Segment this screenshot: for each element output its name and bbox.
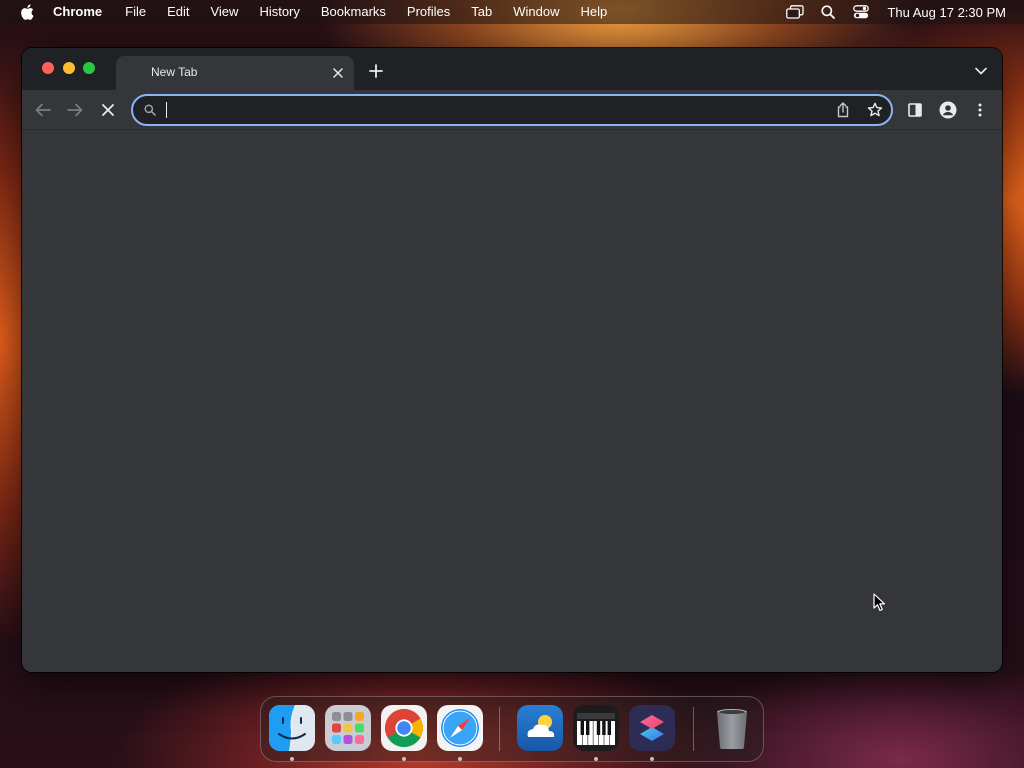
dock-separator (499, 707, 500, 751)
chrome-running-indicator (402, 757, 406, 761)
tab-strip: New Tab (22, 48, 1002, 90)
dock-separator (693, 707, 694, 751)
menu-bar: Chrome File Edit View History Bookmarks … (0, 0, 1024, 24)
menu-history[interactable]: History (259, 0, 299, 24)
profile-avatar-icon[interactable] (938, 100, 958, 120)
address-bar[interactable] (131, 94, 893, 126)
menu-bar-clock[interactable]: Thu Aug 17 2:30 PM (887, 5, 1006, 20)
menu-file[interactable]: File (125, 0, 146, 24)
chrome-menu-kebab-icon[interactable] (970, 100, 990, 120)
new-tab-button[interactable] (368, 63, 384, 79)
shortcuts-running-indicator (650, 757, 654, 761)
stop-loading-button[interactable] (98, 100, 118, 120)
menu-bar-status-area: Thu Aug 17 2:30 PM (771, 0, 1006, 24)
window-close-button[interactable] (42, 62, 54, 74)
spotlight-search-icon[interactable] (819, 4, 837, 20)
tab-title: New Tab (151, 65, 198, 79)
bookmark-star-icon[interactable] (867, 102, 883, 118)
window-maximize-button[interactable] (83, 62, 95, 74)
chrome-icon[interactable] (381, 705, 427, 751)
menu-view[interactable]: View (210, 0, 238, 24)
tab-search-chevron-icon[interactable] (974, 64, 988, 78)
safari-running-indicator (458, 757, 462, 761)
dock (260, 696, 764, 762)
trash-icon[interactable] (709, 705, 755, 751)
window-minimize-button[interactable] (63, 62, 75, 74)
address-input[interactable] (164, 100, 824, 120)
screen-mirroring-icon[interactable] (786, 4, 805, 20)
finder-running-indicator (290, 757, 294, 761)
omnibox-search-icon (143, 103, 157, 117)
menu-help[interactable]: Help (581, 0, 608, 24)
menu-edit[interactable]: Edit (167, 0, 189, 24)
finder-icon[interactable] (269, 705, 315, 751)
menu-tab[interactable]: Tab (471, 0, 492, 24)
mouse-pointer-icon (873, 593, 886, 612)
browser-toolbar (22, 90, 1002, 130)
forward-button[interactable] (65, 100, 85, 120)
back-button[interactable] (33, 100, 53, 120)
side-panel-icon[interactable] (905, 100, 925, 120)
chrome-window: New Tab (22, 48, 1002, 672)
weather-icon[interactable] (517, 705, 563, 751)
text-caret (166, 102, 167, 118)
safari-icon[interactable] (437, 705, 483, 751)
share-icon[interactable] (835, 102, 851, 118)
piano-icon[interactable] (573, 705, 619, 751)
piano-running-indicator (594, 757, 598, 761)
tab-new-tab[interactable]: New Tab (116, 56, 354, 90)
shortcuts-icon[interactable] (629, 705, 675, 751)
control-center-icon[interactable] (852, 4, 870, 20)
apple-icon[interactable] (19, 4, 35, 20)
menu-bookmarks[interactable]: Bookmarks (321, 0, 386, 24)
launchpad-icon[interactable] (325, 705, 371, 751)
tab-close-icon[interactable] (330, 65, 346, 81)
page-content-area[interactable] (22, 131, 1002, 672)
menu-window[interactable]: Window (513, 0, 559, 24)
menu-app-name[interactable]: Chrome (53, 0, 102, 24)
menu-profiles[interactable]: Profiles (407, 0, 450, 24)
